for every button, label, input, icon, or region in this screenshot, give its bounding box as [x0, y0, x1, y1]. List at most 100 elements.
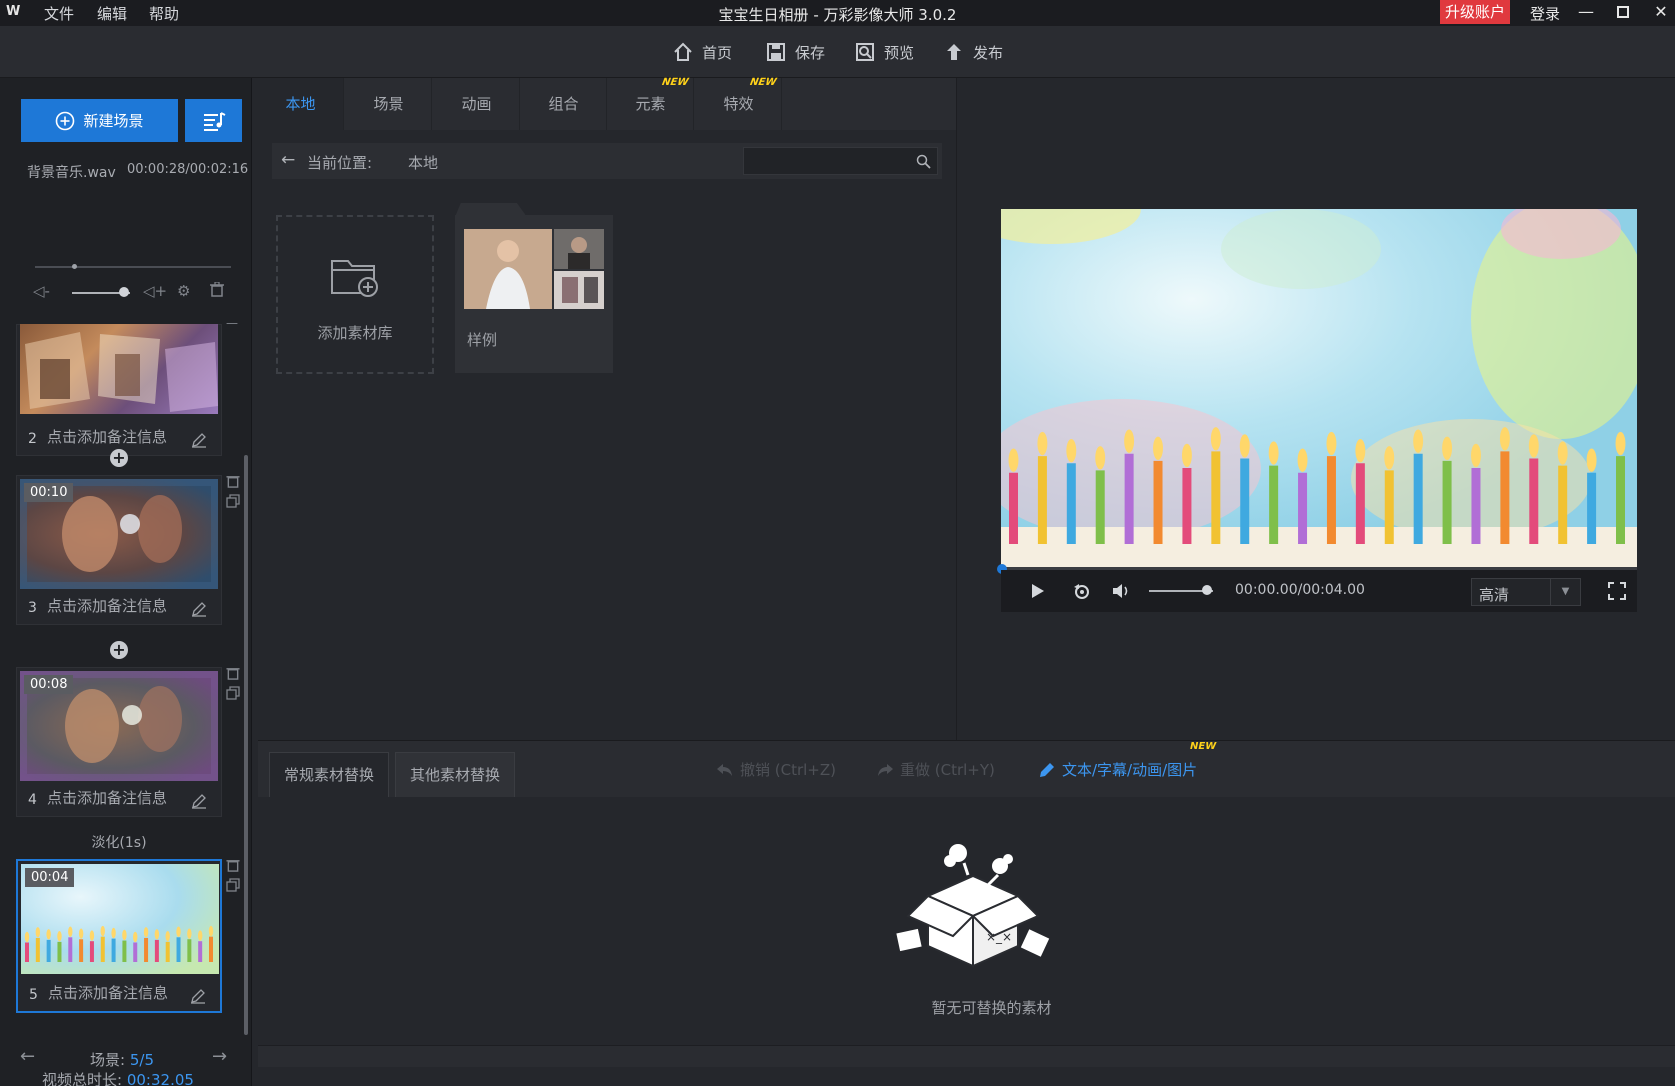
- candle-flame: [1586, 448, 1597, 472]
- scene-card[interactable]: 2 点击添加备注信息: [16, 324, 222, 456]
- replacement-panel: 常规素材替换 其他素材替换 撤销 (Ctrl+Z) 重做 (Ctrl+Y) 文本…: [258, 740, 1675, 1086]
- volume-slider-knob[interactable]: [1201, 585, 1212, 595]
- trash-icon[interactable]: [226, 666, 240, 680]
- sample-folder[interactable]: 样例: [455, 203, 613, 373]
- candle: [1269, 465, 1279, 544]
- music-volume-knob[interactable]: [119, 287, 130, 297]
- candle: [198, 941, 203, 962]
- candle-flame: [1326, 431, 1337, 456]
- transition-label[interactable]: 淡化(1s): [0, 832, 238, 852]
- tab-local[interactable]: 本地: [258, 78, 344, 130]
- preview-label: 预览: [884, 43, 915, 62]
- tab-elements[interactable]: 元素 NEW: [608, 77, 694, 130]
- add-scene-icon[interactable]: +: [110, 449, 128, 467]
- main-toolbar: 首页 保存 预览 发布: [0, 26, 1675, 78]
- scene-note[interactable]: 点击添加备注信息: [47, 787, 167, 808]
- gear-icon[interactable]: ⚙: [177, 282, 190, 300]
- preview-canvas[interactable]: [1001, 209, 1637, 571]
- candle-flame: [1210, 427, 1221, 451]
- candle-flame: [1268, 441, 1279, 465]
- scene-card-selected[interactable]: 00:04 5 点击添加备注信息: [16, 859, 222, 1013]
- title-bar: W 文件 编辑 帮助 宝宝生日相册 - 万彩影像大师 3.0.2 升级账户 登录…: [0, 0, 1675, 26]
- replay-icon[interactable]: [1072, 581, 1092, 601]
- close-icon[interactable]: ✕: [1648, 0, 1674, 24]
- new-scene-button[interactable]: 新建场景: [21, 99, 178, 142]
- tab-scene[interactable]: 场景: [346, 78, 432, 130]
- scene-list-button[interactable]: [185, 99, 242, 142]
- copy-icon[interactable]: [226, 494, 240, 508]
- edit-icon[interactable]: [191, 432, 207, 448]
- volume-icon[interactable]: [1111, 581, 1131, 601]
- menu-file[interactable]: 文件: [44, 3, 74, 24]
- tab-combination[interactable]: 组合: [521, 78, 607, 130]
- menu-edit[interactable]: 编辑: [97, 3, 127, 24]
- copy-icon[interactable]: [226, 878, 240, 892]
- candle-flame: [187, 928, 192, 939]
- fullscreen-icon[interactable]: [1607, 581, 1627, 601]
- add-scene-icon[interactable]: +: [110, 641, 128, 659]
- play-icon[interactable]: [1027, 581, 1047, 601]
- scene-counter: 场景: 5/5: [90, 1049, 154, 1070]
- maximize-icon[interactable]: [1610, 0, 1636, 24]
- tab-animation[interactable]: 动画: [434, 78, 520, 130]
- edit-icon[interactable]: [191, 793, 207, 809]
- trash-icon[interactable]: [226, 474, 240, 488]
- scene-card[interactable]: 00:08 4 点击添加备注信息: [16, 667, 222, 817]
- home-button[interactable]: 首页: [672, 40, 732, 64]
- trash-icon[interactable]: [210, 281, 224, 301]
- candle: [79, 939, 84, 962]
- scene-note[interactable]: 点击添加备注信息: [48, 982, 168, 1003]
- scene-note[interactable]: 点击添加备注信息: [47, 595, 167, 616]
- candle-flame: [1124, 429, 1135, 453]
- back-arrow-icon[interactable]: ←: [281, 150, 295, 170]
- candle: [1471, 468, 1481, 544]
- music-progress-knob[interactable]: [72, 264, 78, 269]
- save-label: 保存: [795, 43, 826, 62]
- next-scene-arrow-icon[interactable]: →: [212, 1046, 227, 1067]
- tab-effects[interactable]: 特效 NEW: [696, 77, 782, 130]
- candle-flame: [1095, 446, 1106, 470]
- tab-regular-replace[interactable]: 常规素材替换: [269, 752, 390, 797]
- trash-icon[interactable]: [226, 858, 240, 872]
- candle-flame: [1181, 443, 1192, 468]
- undo-button[interactable]: 撤销 (Ctrl+Z): [716, 759, 836, 780]
- empty-box-icon: ×_×: [896, 844, 1050, 968]
- add-library-label: 添加素材库: [317, 324, 393, 342]
- upgrade-account-button[interactable]: 升级账户: [1440, 0, 1510, 24]
- chevron-down-icon[interactable]: ▼: [1550, 579, 1580, 605]
- scene-list-scrollbar[interactable]: [244, 455, 248, 1035]
- total-duration-value: 00:32.05: [126, 1071, 194, 1086]
- volume-up-icon[interactable]: ◁+: [143, 282, 167, 300]
- edit-icon[interactable]: [190, 988, 206, 1004]
- prev-scene-arrow-icon[interactable]: ←: [20, 1046, 35, 1067]
- music-file-name: 背景音乐.wav: [27, 165, 116, 181]
- menu-help[interactable]: 帮助: [149, 3, 179, 24]
- minimize-icon[interactable]: —: [1573, 0, 1599, 24]
- redo-button[interactable]: 重做 (Ctrl+Y): [876, 759, 995, 780]
- text-subtitle-link[interactable]: 文本/字幕/动画/图片: [1038, 759, 1197, 780]
- scene-note[interactable]: 点击添加备注信息: [47, 426, 167, 447]
- volume-down-icon[interactable]: ◁-: [33, 282, 50, 300]
- add-library-tile[interactable]: 添加素材库: [276, 215, 434, 374]
- search-icon[interactable]: [916, 154, 931, 169]
- candle-flame: [176, 926, 181, 937]
- scene-card[interactable]: 00:10 3 点击添加备注信息: [16, 475, 222, 625]
- edit-icon[interactable]: [191, 601, 207, 617]
- music-progress-bar[interactable]: [35, 264, 231, 269]
- tab-other-replace[interactable]: 其他素材替换: [395, 752, 516, 797]
- candle-flame: [154, 929, 160, 940]
- save-button[interactable]: 保存: [765, 40, 825, 64]
- candle: [176, 937, 181, 962]
- preview-button[interactable]: 预览: [854, 40, 914, 64]
- tab-label: 特效: [723, 95, 754, 113]
- login-link[interactable]: 登录: [1530, 3, 1560, 24]
- search-input[interactable]: [750, 152, 910, 170]
- candle: [1095, 470, 1105, 544]
- collapse-icon[interactable]: —: [226, 316, 240, 330]
- publish-button[interactable]: 发布: [943, 40, 1003, 64]
- quality-select[interactable]: 高清 ▼: [1471, 578, 1581, 606]
- copy-icon[interactable]: [226, 686, 240, 700]
- scene-thumbnail: [20, 324, 218, 414]
- candle: [57, 941, 62, 962]
- horizontal-scrollbar[interactable]: [258, 1045, 1675, 1067]
